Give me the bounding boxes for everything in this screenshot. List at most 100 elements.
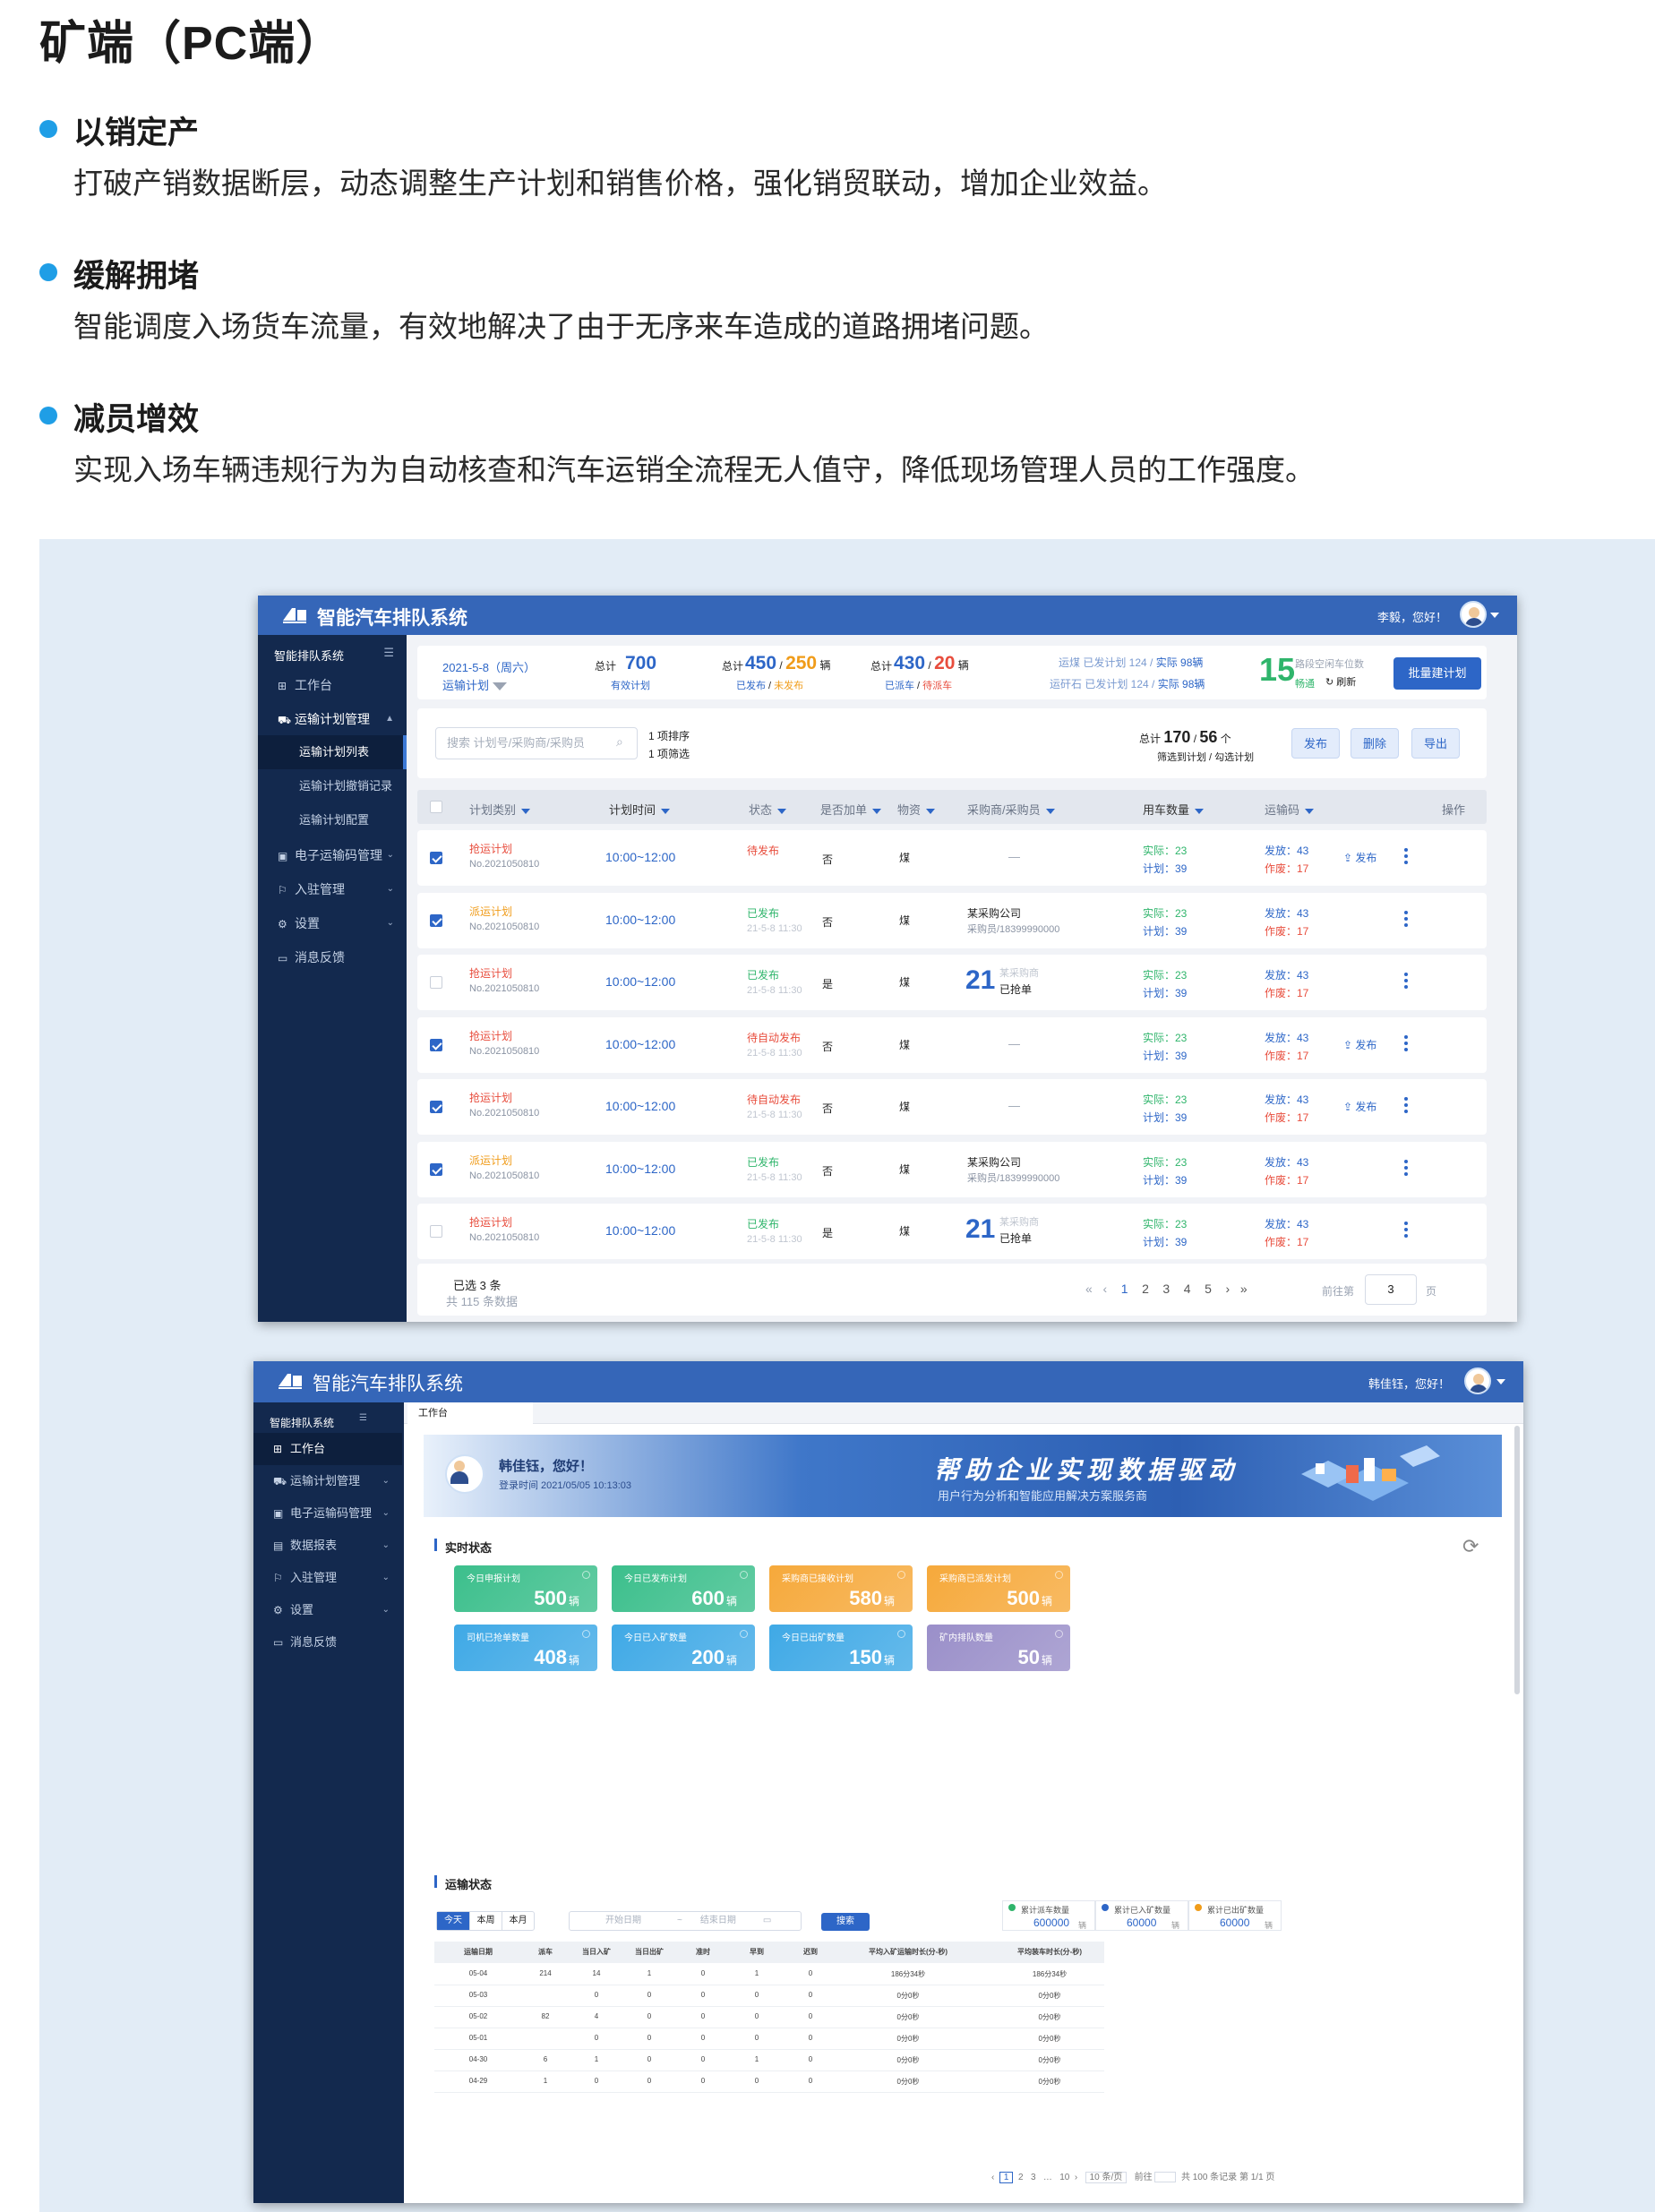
- page-2[interactable]: 2: [1142, 1282, 1149, 1296]
- avatar[interactable]: [1464, 1367, 1491, 1394]
- row-checkbox[interactable]: [430, 1038, 442, 1051]
- tab-month[interactable]: 本月: [502, 1912, 534, 1930]
- refresh-button[interactable]: ↻ 刷新: [1325, 674, 1356, 689]
- publish-button[interactable]: 发布: [1291, 728, 1340, 759]
- sidebar-subitem-revoke-records[interactable]: 运输计划撤销记录: [258, 769, 407, 803]
- select-all-checkbox[interactable]: [430, 801, 442, 813]
- col-material[interactable]: 物资: [897, 801, 936, 818]
- tab-week[interactable]: 本周: [469, 1912, 502, 1930]
- date-range-picker[interactable]: 开始日期 ~ 结束日期 ▭: [569, 1911, 802, 1931]
- page-10[interactable]: 10: [1059, 2173, 1069, 2182]
- stat-tile[interactable]: 司机已抢单数量 408 辆: [454, 1625, 597, 1671]
- menu-icon[interactable]: ☰: [383, 646, 394, 660]
- info-icon[interactable]: [897, 1630, 905, 1638]
- row-publish-button[interactable]: ⇪ 发布: [1343, 850, 1376, 865]
- page-4[interactable]: 4: [1184, 1282, 1191, 1296]
- page-5[interactable]: 5: [1205, 1282, 1212, 1296]
- refresh-icon[interactable]: ⟳: [1462, 1535, 1479, 1558]
- row-publish-button[interactable]: ⇪ 发布: [1343, 1037, 1376, 1052]
- stat-tile[interactable]: 今日申报计划 500 辆: [454, 1565, 597, 1612]
- info-icon[interactable]: [897, 1571, 905, 1579]
- table-row[interactable]: 抢运计划 No.2021050810 10:00~12:00 待自动发布 21-5-8 …: [417, 1079, 1487, 1135]
- search-icon[interactable]: ⌕: [616, 734, 623, 750]
- table-row[interactable]: 抢运计划 No.2021050810 10:00~12:00 待发布否 煤 — 实际：23 计…: [417, 830, 1487, 886]
- row-checkbox[interactable]: [430, 852, 442, 864]
- info-icon[interactable]: [1055, 1630, 1063, 1638]
- sidebar-item-workbench[interactable]: ⊞ 工作台: [258, 669, 407, 701]
- sidebar-item-feedback[interactable]: ▭ 消息反馈: [253, 1626, 402, 1659]
- sidebar-item-plans[interactable]: ⛟ 运输计划管理 ▲: [258, 703, 407, 735]
- goto-page-input[interactable]: 3: [1365, 1274, 1417, 1305]
- sidebar-item-ecode[interactable]: ▣ 电子运输码管理 ⌄: [258, 839, 407, 871]
- delete-button[interactable]: 删除: [1351, 728, 1399, 759]
- col-time[interactable]: 计划时间: [609, 801, 671, 818]
- chevron-down-icon[interactable]: [1496, 1379, 1505, 1385]
- sidebar-item-feedback[interactable]: ▭ 消息反馈: [258, 941, 407, 973]
- table-row[interactable]: 派运计划 No.2021050810 10:00~12:00 已发布 21-5-8 11…: [417, 892, 1487, 948]
- menu-icon[interactable]: ☰: [359, 1413, 367, 1423]
- sidebar-item-entry[interactable]: ⚐ 入驻管理 ⌄: [258, 873, 407, 905]
- info-icon[interactable]: [582, 1630, 590, 1638]
- row-checkbox[interactable]: [430, 913, 442, 927]
- table-row[interactable]: 派运计划 No.2021050810 10:00~12:00 已发布 21-5-8 11…: [417, 1141, 1487, 1197]
- sidebar-item-reports[interactable]: ▤ 数据报表 ⌄: [253, 1530, 402, 1562]
- info-icon[interactable]: [740, 1571, 748, 1579]
- first-page-icon[interactable]: «: [1085, 1282, 1093, 1296]
- row-checkbox[interactable]: [430, 1101, 442, 1113]
- info-icon[interactable]: [1055, 1571, 1063, 1579]
- sidebar-item-entry[interactable]: ⚐ 入驻管理 ⌄: [253, 1562, 402, 1594]
- sidebar-item-plans[interactable]: ⛟ 运输计划管理 ⌄: [253, 1465, 402, 1497]
- col-status[interactable]: 状态: [749, 801, 787, 818]
- next-page-icon[interactable]: ›: [1075, 2173, 1077, 2182]
- sidebar-subitem-plan-list[interactable]: 运输计划列表: [258, 735, 407, 769]
- sidebar-item-settings[interactable]: ⚙ 设置 ⌄: [258, 907, 407, 939]
- row-publish-button[interactable]: ⇪ 发布: [1343, 1099, 1376, 1114]
- tab-workbench[interactable]: 工作台: [407, 1402, 533, 1424]
- more-actions-icon[interactable]: [1404, 1097, 1408, 1116]
- plan-type-select[interactable]: 运输计划: [442, 676, 507, 693]
- page-2[interactable]: 2: [1018, 2173, 1024, 2182]
- page-3[interactable]: 3: [1162, 1282, 1170, 1296]
- sidebar-item-ecode[interactable]: ▣ 电子运输码管理 ⌄: [253, 1497, 402, 1530]
- next-page-icon[interactable]: ›: [1226, 1282, 1231, 1296]
- export-button[interactable]: 导出: [1411, 728, 1460, 759]
- page-1[interactable]: 1: [1121, 1282, 1128, 1296]
- col-vehicles[interactable]: 用车数量: [1143, 801, 1205, 818]
- chevron-down-icon[interactable]: [1490, 613, 1499, 618]
- more-actions-icon[interactable]: [1404, 848, 1408, 867]
- stat-tile[interactable]: 今日已发布计划 600 辆: [612, 1565, 755, 1612]
- col-category[interactable]: 计划类别: [469, 801, 531, 818]
- sidebar-subitem-plan-config[interactable]: 运输计划配置: [258, 803, 407, 837]
- sidebar-item-settings[interactable]: ⚙ 设置 ⌄: [253, 1594, 402, 1626]
- more-actions-icon[interactable]: [1404, 1222, 1408, 1240]
- filter-info[interactable]: 1 项筛选: [648, 746, 690, 761]
- page-1[interactable]: 1: [999, 2172, 1014, 2183]
- info-icon[interactable]: [740, 1630, 748, 1638]
- more-actions-icon[interactable]: [1404, 910, 1408, 930]
- scrollbar[interactable]: [1514, 1426, 1520, 1694]
- stat-tile[interactable]: 今日已入矿数量 200 辆: [612, 1625, 755, 1671]
- col-buyer[interactable]: 采购商/采购员: [967, 801, 1055, 818]
- col-code[interactable]: 运输码: [1265, 801, 1315, 818]
- row-checkbox[interactable]: [430, 1225, 442, 1238]
- more-actions-icon[interactable]: [1404, 973, 1408, 991]
- table-row[interactable]: 抢运计划 No.2021050810 10:00~12:00 待自动发布 21-5-8 …: [417, 1016, 1487, 1073]
- stat-tile[interactable]: 今日已出矿数量 150 辆: [769, 1625, 913, 1671]
- search-input[interactable]: 搜索 计划号/采购商/采购员: [435, 727, 638, 759]
- stat-tile[interactable]: 采购商已接收计划 580 辆: [769, 1565, 913, 1612]
- stat-tile[interactable]: 矿内排队数量 50 辆: [927, 1625, 1070, 1671]
- goto-page-input[interactable]: [1154, 2172, 1177, 2183]
- row-checkbox[interactable]: [430, 1162, 442, 1176]
- sidebar-item-workbench[interactable]: ⊞ 工作台: [253, 1433, 402, 1465]
- row-checkbox[interactable]: [430, 976, 442, 989]
- avatar[interactable]: [1460, 601, 1487, 628]
- sort-info[interactable]: 1 项排序: [648, 728, 690, 743]
- batch-create-button[interactable]: 批量建计划: [1393, 657, 1481, 690]
- more-actions-icon[interactable]: [1404, 1159, 1408, 1179]
- last-page-icon[interactable]: »: [1240, 1282, 1248, 1296]
- page-3[interactable]: 3: [1031, 2173, 1036, 2182]
- prev-page-icon[interactable]: ‹: [991, 2173, 994, 2182]
- tab-today[interactable]: 今天: [437, 1912, 469, 1930]
- search-button[interactable]: 搜索: [821, 1913, 870, 1931]
- prev-page-icon[interactable]: ‹: [1102, 1282, 1107, 1296]
